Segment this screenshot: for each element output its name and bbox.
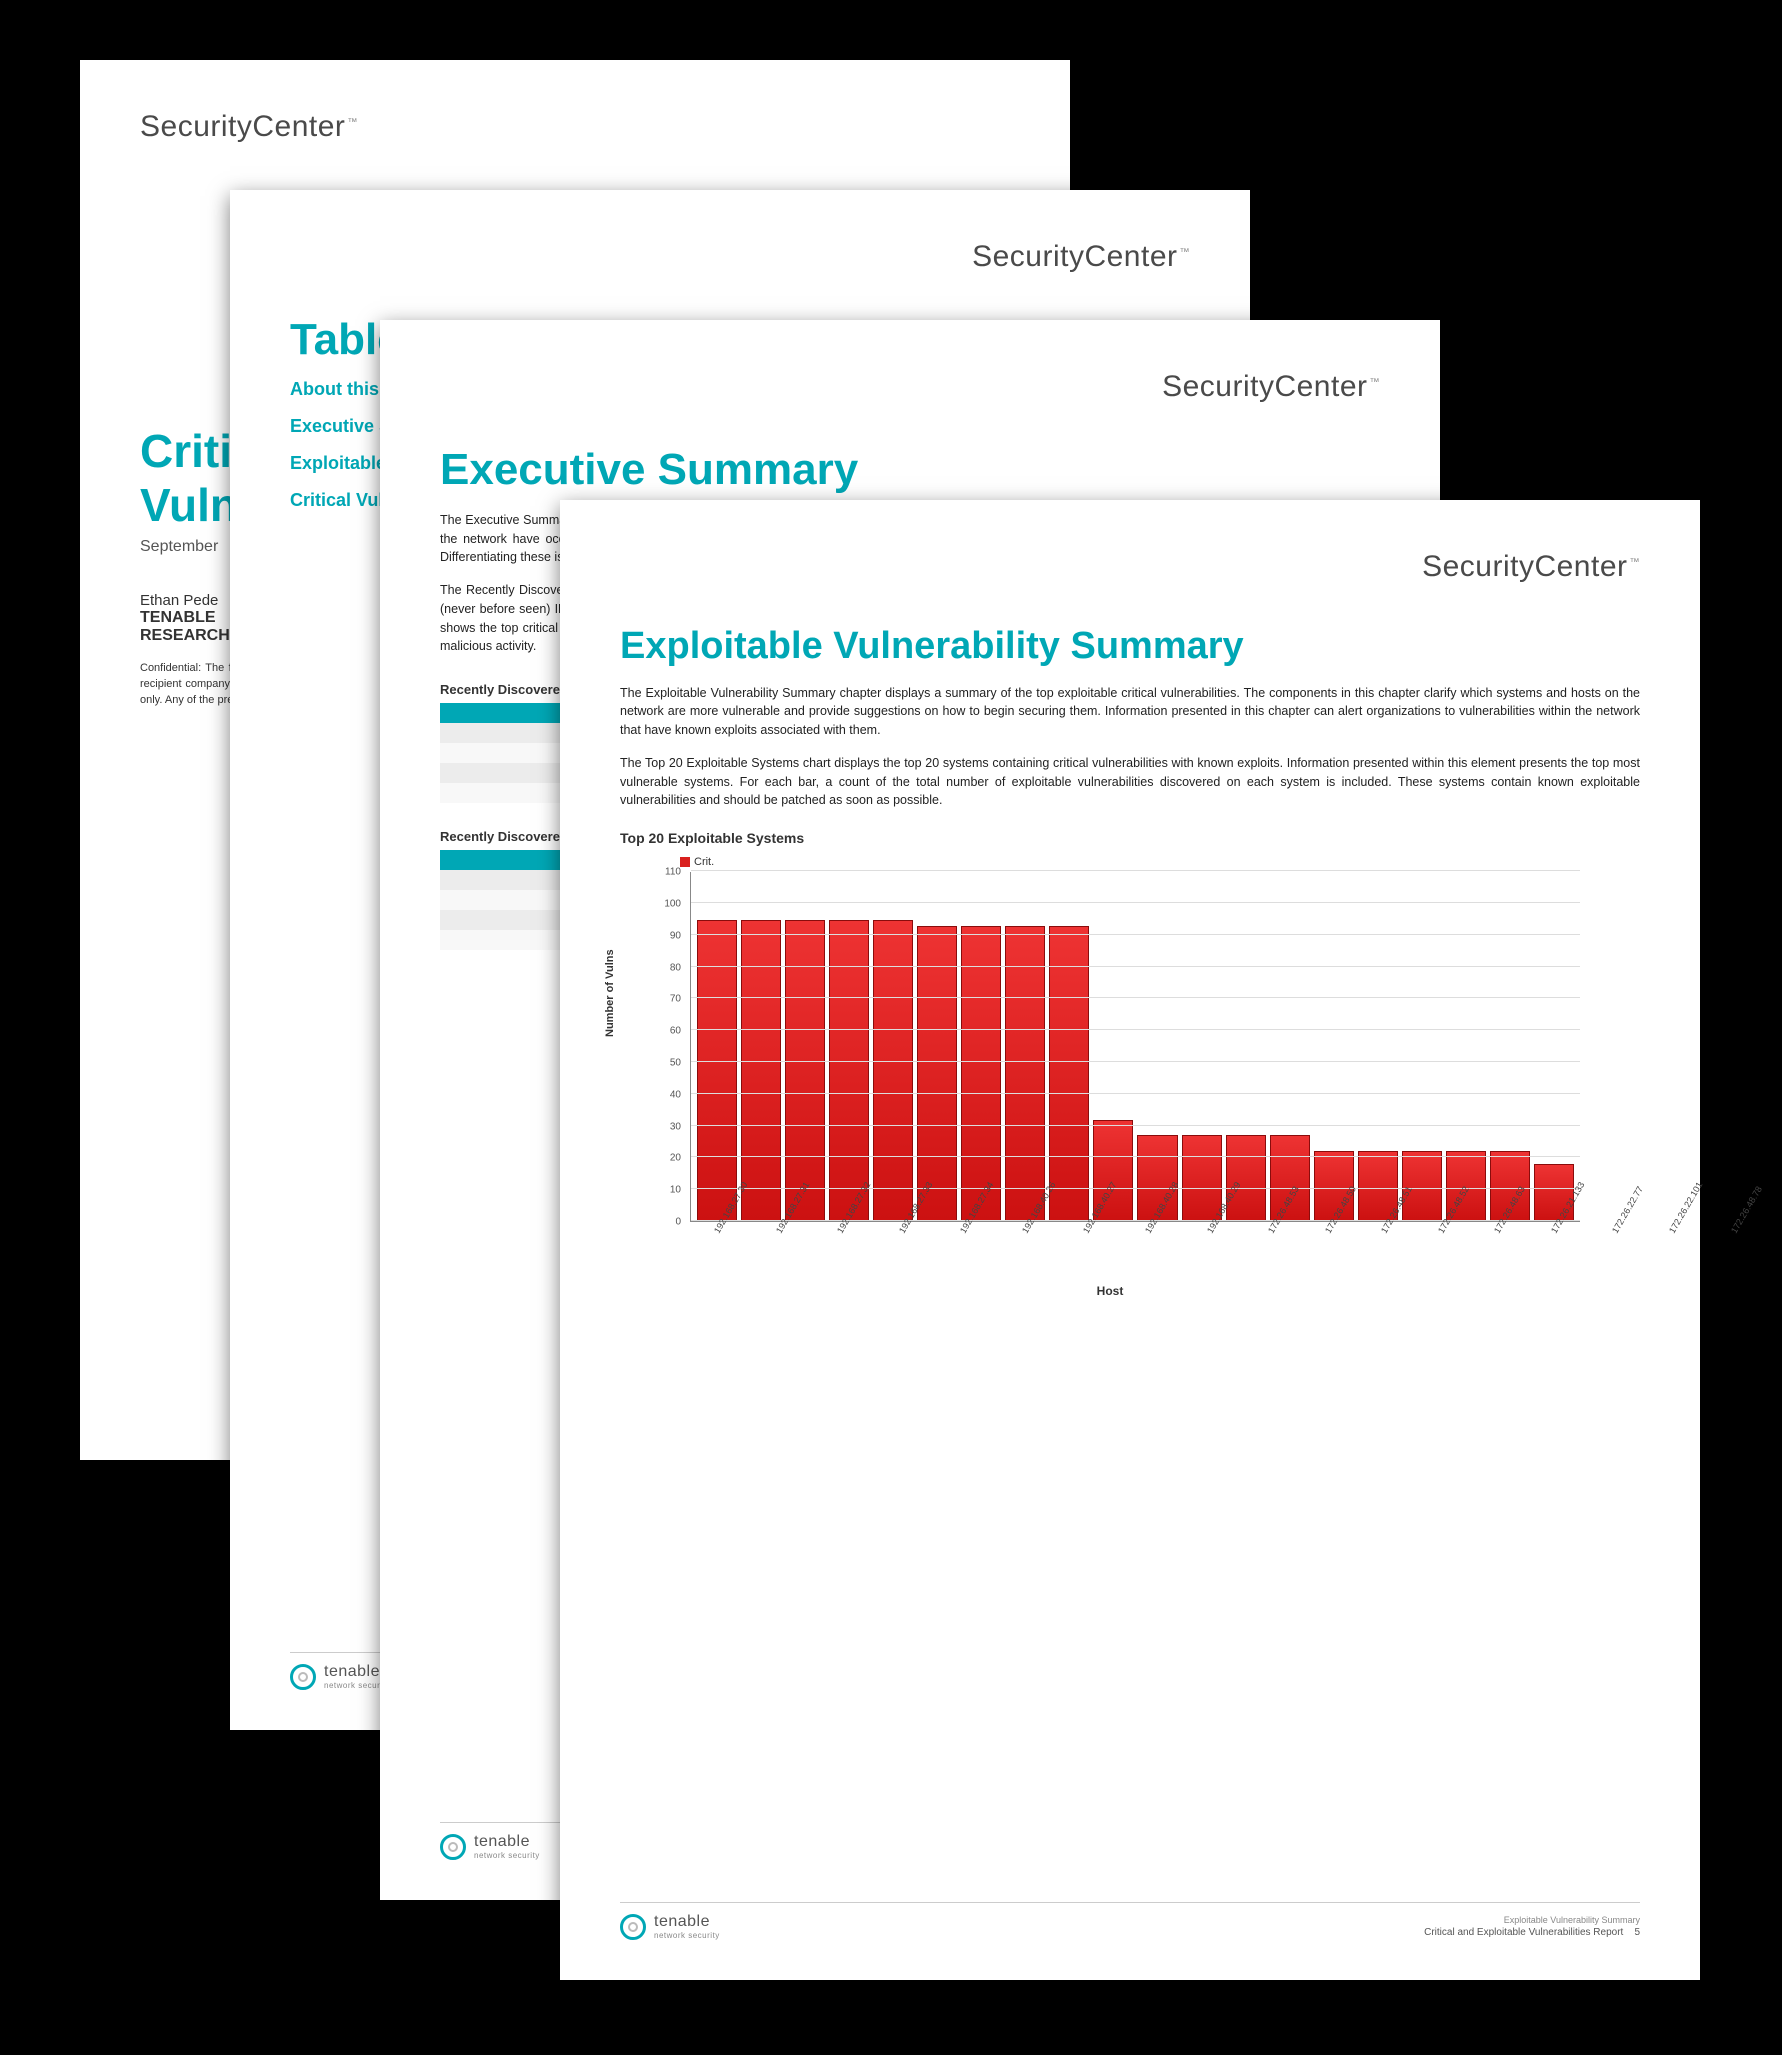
ytick: 110 — [665, 867, 681, 878]
ytick: 10 — [670, 1185, 681, 1196]
trademark: ™ — [347, 117, 358, 128]
chart-xlabel: Host — [630, 1284, 1590, 1298]
chart-bar — [917, 926, 957, 1221]
chart-ylabel: Number of Vulns — [604, 949, 616, 1037]
chart-bar — [1049, 926, 1089, 1221]
tenable-ring-icon — [290, 1664, 316, 1690]
brand-logo: SecurityCenter™ — [440, 370, 1380, 404]
legend-swatch-icon — [680, 857, 690, 867]
tenable-logo: tenablenetwork security — [290, 1663, 390, 1690]
ytick: 100 — [664, 898, 681, 909]
footer-page-number: 5 — [1634, 1927, 1640, 1938]
footer-brand-tag: network security — [654, 1931, 720, 1940]
ytick: 80 — [670, 962, 681, 973]
brand-logo: SecurityCenter™ — [140, 110, 1010, 144]
page-footer: tenablenetwork security Exploitable Vuln… — [620, 1902, 1640, 1940]
brand-name: SecurityCenter — [1162, 370, 1367, 403]
report-page-exploitable-summary: SecurityCenter™ Exploitable Vulnerabilit… — [560, 500, 1700, 1980]
ytick: 60 — [670, 1026, 681, 1037]
trademark: ™ — [1630, 557, 1641, 568]
footer-brand-name: tenable — [324, 1663, 380, 1680]
ytick: 40 — [670, 1089, 681, 1100]
ytick: 90 — [670, 930, 681, 941]
ytick: 0 — [675, 1217, 681, 1228]
ytick: 20 — [670, 1153, 681, 1164]
brand-name: SecurityCenter — [972, 240, 1177, 273]
tenable-logo: tenablenetwork security — [440, 1833, 540, 1860]
chart-bars — [691, 872, 1580, 1221]
ytick: 70 — [670, 994, 681, 1005]
trademark: ™ — [1180, 247, 1191, 258]
tenable-logo: tenablenetwork security — [620, 1913, 720, 1940]
footer-section: Exploitable Vulnerability Summary — [1424, 1915, 1640, 1925]
trademark: ™ — [1370, 377, 1381, 388]
ytick: 30 — [670, 1121, 681, 1132]
brand-logo: SecurityCenter™ — [290, 240, 1190, 274]
footer-brand-name: tenable — [654, 1913, 710, 1930]
footer-right: Exploitable Vulnerability Summary Critic… — [1424, 1915, 1640, 1938]
top20-chart: Top 20 Exploitable Systems Crit. Number … — [620, 830, 1640, 1292]
chart-plot — [690, 872, 1580, 1222]
exploitable-summary-title: Exploitable Vulnerability Summary — [620, 624, 1640, 670]
tenable-ring-icon — [440, 1834, 466, 1860]
footer-brand-tag: network security — [474, 1851, 540, 1860]
ytick: 50 — [670, 1058, 681, 1069]
chart-xlabels: 192.168.27.30192.168.27.31192.168.27.321… — [690, 1222, 1580, 1292]
chart-bar — [1005, 926, 1045, 1221]
brand-name: SecurityCenter — [140, 110, 345, 143]
chart-area: Number of Vulns 010203040506070809010011… — [630, 872, 1590, 1292]
chart-bar — [961, 926, 1001, 1221]
xtick-label: 172.26.48.78 — [1729, 1185, 1782, 1266]
footer-brand-name: tenable — [474, 1833, 530, 1850]
footer-report-name: Critical and Exploitable Vulnerabilities… — [1424, 1927, 1623, 1938]
brand-name: SecurityCenter — [1422, 550, 1627, 583]
exploitable-summary-para: The Top 20 Exploitable Systems chart dis… — [620, 754, 1640, 810]
chart-yaxis: Number of Vulns 010203040506070809010011… — [630, 872, 685, 1222]
exploitable-summary-para: The Exploitable Vulnerability Summary ch… — [620, 684, 1640, 740]
legend-label: Crit. — [694, 856, 714, 868]
chart-title: Top 20 Exploitable Systems — [620, 830, 1640, 846]
exec-summary-title: Executive Summary — [440, 444, 1380, 497]
tenable-ring-icon — [620, 1914, 646, 1940]
brand-logo: SecurityCenter™ — [620, 550, 1640, 584]
chart-legend: Crit. — [680, 856, 1640, 868]
